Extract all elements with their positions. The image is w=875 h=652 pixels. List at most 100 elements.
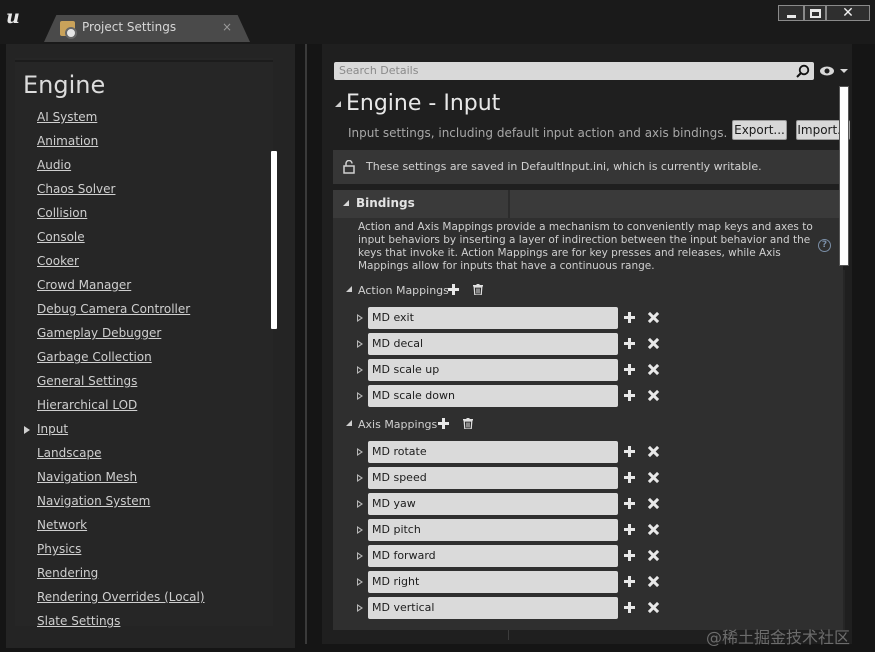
- action-mapping-row: MD scale up: [357, 359, 657, 381]
- sidebar-item[interactable]: Collision: [37, 206, 87, 220]
- sidebar-item[interactable]: Physics: [37, 542, 81, 556]
- remove-mapping-icon[interactable]: [648, 576, 659, 587]
- sidebar-item[interactable]: Rendering Overrides (Local): [37, 590, 205, 604]
- sidebar-item[interactable]: Rendering: [37, 566, 98, 580]
- bindings-collapse-icon[interactable]: [343, 200, 349, 206]
- remove-mapping-icon[interactable]: [648, 524, 659, 535]
- expand-arrow-icon[interactable]: [357, 578, 363, 586]
- panel-splitter[interactable]: [305, 44, 307, 644]
- add-key-icon[interactable]: [624, 338, 635, 349]
- sidebar-item[interactable]: Slate Settings: [37, 614, 120, 628]
- add-key-icon[interactable]: [624, 446, 635, 457]
- sidebar-item[interactable]: Crowd Manager: [37, 278, 131, 292]
- visibility-eye-icon[interactable]: [819, 65, 849, 77]
- action-mapping-name-field[interactable]: MD scale up: [368, 359, 618, 381]
- axis-mapping-name-field[interactable]: MD right: [368, 571, 618, 593]
- sidebar-item[interactable]: Garbage Collection: [37, 350, 152, 364]
- sidebar-item[interactable]: Input: [37, 422, 68, 436]
- add-key-icon[interactable]: [624, 524, 635, 535]
- axis-mapping-row: MD rotate: [357, 441, 657, 463]
- add-action-mapping-icon[interactable]: [448, 284, 459, 295]
- axis-mapping-name-field[interactable]: MD forward: [368, 545, 618, 567]
- expand-arrow-icon[interactable]: [357, 366, 363, 374]
- add-key-icon[interactable]: [624, 602, 635, 613]
- action-mapping-name-field[interactable]: MD decal: [368, 333, 618, 355]
- expand-arrow-icon[interactable]: [357, 392, 363, 400]
- sidebar-item[interactable]: Gameplay Debugger: [37, 326, 161, 340]
- maximize-button[interactable]: [804, 5, 826, 21]
- tab-close-icon[interactable]: ×: [222, 20, 232, 34]
- add-key-icon[interactable]: [624, 390, 635, 401]
- expand-arrow-icon[interactable]: [357, 314, 363, 322]
- minimize-button[interactable]: [778, 5, 804, 21]
- sidebar-item[interactable]: Hierarchical LOD: [37, 398, 137, 412]
- expand-arrow-icon[interactable]: [357, 474, 363, 482]
- export-button[interactable]: Export...: [732, 120, 787, 140]
- action-mapping-row: MD exit: [357, 307, 657, 329]
- unreal-logo-icon: u: [6, 6, 20, 28]
- remove-mapping-icon[interactable]: [648, 338, 659, 349]
- add-key-icon[interactable]: [624, 498, 635, 509]
- sidebar-item[interactable]: Landscape: [37, 446, 101, 460]
- action-mapping-name-field[interactable]: MD scale down: [368, 385, 618, 407]
- remove-mapping-icon[interactable]: [648, 446, 659, 457]
- add-key-icon[interactable]: [624, 364, 635, 375]
- help-icon[interactable]: ?: [818, 239, 831, 252]
- column-divider[interactable]: [508, 190, 510, 218]
- sidebar-item[interactable]: Chaos Solver: [37, 182, 115, 196]
- sidebar-scrollbar[interactable]: [271, 151, 277, 329]
- axis-mapping-name-field[interactable]: MD vertical: [368, 597, 618, 619]
- sidebar-item[interactable]: Debug Camera Controller: [37, 302, 190, 316]
- sidebar-item[interactable]: Network: [37, 518, 87, 532]
- sidebar-item[interactable]: AI System: [37, 110, 97, 124]
- remove-mapping-icon[interactable]: [648, 390, 659, 401]
- sidebar-item[interactable]: General Settings: [37, 374, 137, 388]
- remove-mapping-icon[interactable]: [648, 498, 659, 509]
- section-collapse-icon[interactable]: [335, 101, 341, 107]
- clear-axis-mappings-icon[interactable]: [463, 418, 473, 429]
- axis-mapping-name-field[interactable]: MD rotate: [368, 441, 618, 463]
- axis-mapping-name-field[interactable]: MD pitch: [368, 519, 618, 541]
- sidebar-item[interactable]: Audio: [37, 158, 71, 172]
- axis-mapping-name-field[interactable]: MD speed: [368, 467, 618, 489]
- sidebar-item[interactable]: Console: [37, 230, 85, 244]
- expand-arrow-icon[interactable]: [357, 340, 363, 348]
- sidebar-item[interactable]: Animation: [37, 134, 98, 148]
- axis-mapping-row: MD pitch: [357, 519, 657, 541]
- sidebar-item[interactable]: Cooker: [37, 254, 79, 268]
- expand-arrow-icon[interactable]: [357, 604, 363, 612]
- add-key-icon[interactable]: [624, 550, 635, 561]
- bindings-header[interactable]: Bindings: [333, 190, 843, 218]
- add-axis-mapping-icon[interactable]: [438, 418, 449, 429]
- clear-action-mappings-icon[interactable]: [473, 284, 483, 295]
- sidebar-item[interactable]: Navigation Mesh: [37, 470, 137, 484]
- action-mappings-collapse-icon[interactable]: [346, 286, 352, 292]
- remove-mapping-icon[interactable]: [648, 602, 659, 613]
- add-key-icon[interactable]: [624, 312, 635, 323]
- axis-mappings-collapse-icon[interactable]: [346, 420, 352, 426]
- expand-arrow-icon[interactable]: [357, 500, 363, 508]
- remove-mapping-icon[interactable]: [648, 364, 659, 375]
- expand-arrow-icon[interactable]: [357, 526, 363, 534]
- sidebar-item[interactable]: Navigation System: [37, 494, 150, 508]
- settings-sidebar: Engine AI System Animation Audio Chaos Solv…: [6, 44, 295, 648]
- axis-mapping-name-field[interactable]: MD yaw: [368, 493, 618, 515]
- minimize-icon: [786, 15, 796, 18]
- tab-project-settings[interactable]: Project Settings ×: [44, 15, 250, 42]
- add-key-icon[interactable]: [624, 472, 635, 483]
- details-scroll-track[interactable]: [843, 270, 845, 630]
- close-button[interactable]: ✕: [826, 5, 870, 21]
- expand-arrow-icon[interactable]: [357, 552, 363, 560]
- details-scrollbar[interactable]: [839, 86, 849, 266]
- remove-mapping-icon[interactable]: [648, 550, 659, 561]
- action-mapping-name-field[interactable]: MD exit: [368, 307, 618, 329]
- search-icon[interactable]: [796, 64, 810, 78]
- search-details-input[interactable]: Search Details: [334, 62, 814, 80]
- bindings-description: Action and Axis Mappings provide a mecha…: [358, 221, 813, 272]
- remove-mapping-icon[interactable]: [648, 312, 659, 323]
- page-title: Engine - Input: [346, 91, 501, 116]
- sidebar-divider: [15, 60, 273, 62]
- remove-mapping-icon[interactable]: [648, 472, 659, 483]
- add-key-icon[interactable]: [624, 576, 635, 587]
- expand-arrow-icon[interactable]: [357, 448, 363, 456]
